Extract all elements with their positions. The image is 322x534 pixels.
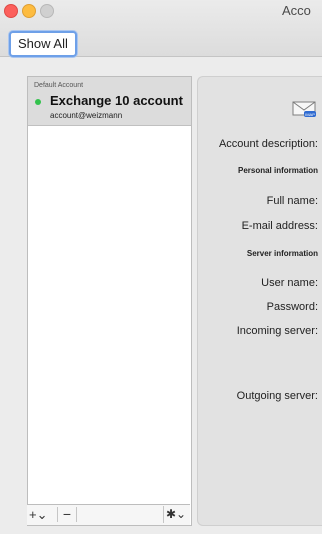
full-name-label: Full name: bbox=[266, 195, 318, 207]
minimize-window-button[interactable] bbox=[22, 4, 36, 18]
account-list-item[interactable]: Default Account Exchange 10 account acco… bbox=[28, 77, 191, 126]
email-address-label: E-mail address: bbox=[241, 220, 318, 232]
gear-icon[interactable]: ✱⌄ bbox=[163, 506, 188, 523]
mail-envelope-icon: IMAP bbox=[292, 101, 316, 117]
server-information-heading: Server information bbox=[246, 249, 318, 258]
account-name: Exchange 10 account bbox=[50, 93, 183, 108]
outgoing-server-label: Outgoing server: bbox=[236, 390, 318, 402]
imap-badge: IMAP bbox=[305, 112, 315, 117]
account-email: account@weizmann bbox=[50, 111, 123, 120]
online-status-icon bbox=[35, 99, 41, 105]
user-name-label: User name: bbox=[261, 277, 318, 289]
account-list: Default Account Exchange 10 account acco… bbox=[27, 76, 192, 526]
show-all-button[interactable]: Show All bbox=[9, 31, 77, 57]
zoom-window-button[interactable] bbox=[40, 4, 54, 18]
account-list-controls: +⌄ − ✱⌄ bbox=[27, 504, 190, 525]
close-window-button[interactable] bbox=[4, 4, 18, 18]
title-bar: Acco Show All bbox=[0, 0, 322, 57]
default-account-label: Default Account bbox=[34, 82, 84, 89]
window-title: Acco bbox=[282, 3, 311, 18]
remove-account-button[interactable]: − bbox=[57, 507, 77, 522]
account-description-label: Account description: bbox=[218, 138, 318, 150]
add-account-button[interactable]: +⌄ bbox=[29, 507, 53, 522]
password-label: Password: bbox=[266, 301, 318, 313]
personal-information-heading: Personal information bbox=[237, 166, 318, 175]
incoming-server-label: Incoming server: bbox=[236, 325, 318, 337]
